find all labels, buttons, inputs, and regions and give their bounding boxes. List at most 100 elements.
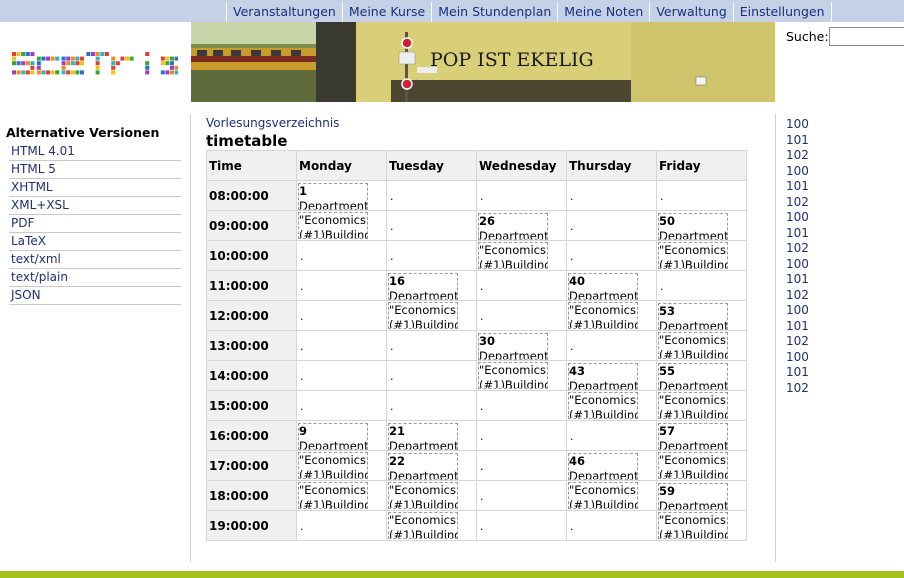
column-header-tuesday: Tuesday — [386, 150, 477, 181]
right-list-item[interactable]: 102 — [786, 148, 809, 164]
empty-slot-marker: . — [480, 189, 484, 203]
right-list-item[interactable]: 101 — [786, 319, 809, 335]
event-start: 53 Department: — [656, 300, 747, 331]
event-box[interactable]: 9 Department: — [298, 422, 368, 450]
event-box[interactable]: "Economics" (#1)Building — [298, 452, 368, 479]
right-list-item[interactable]: 100 — [786, 350, 809, 366]
logo-block — [41, 70, 46, 75]
right-list-item[interactable]: 102 — [786, 195, 809, 211]
empty-slot-marker: . — [480, 459, 484, 473]
right-list-item[interactable]: 100 — [786, 117, 809, 133]
alt-version-text-plain[interactable]: text/plain — [9, 269, 181, 287]
alt-version-xhtml[interactable]: XHTML — [9, 179, 181, 197]
event-box[interactable]: 30 Department: — [478, 332, 548, 360]
event-box[interactable]: 21 Department: — [388, 422, 458, 450]
logo-block — [170, 70, 174, 75]
right-list-item[interactable]: 100 — [786, 164, 809, 180]
right-list-item[interactable]: 100 — [786, 303, 809, 319]
event-box[interactable]: "Economics" (#1)Building — [298, 482, 368, 509]
alt-version-html5[interactable]: HTML 5 — [9, 161, 181, 179]
event-box[interactable]: "Economics" (#1)Building — [478, 362, 548, 389]
event-box[interactable]: "Economics" (#1)Building — [298, 212, 368, 239]
alt-version-text-xml[interactable]: text/xml — [9, 251, 181, 269]
logo-block — [75, 61, 80, 66]
logo-block — [160, 56, 165, 61]
event-box[interactable]: 16 Department: — [388, 272, 458, 300]
event-box[interactable]: 22 Department: — [388, 452, 458, 480]
event-box[interactable]: "Economics" (#1)Building — [478, 242, 548, 269]
event-box[interactable]: "Economics" (#1)Building — [568, 302, 638, 329]
alt-version-json[interactable]: JSON — [9, 287, 181, 305]
right-list-item[interactable]: 102 — [786, 381, 809, 397]
event-id: 1 — [299, 183, 308, 198]
logo-block — [36, 70, 41, 75]
right-list-item[interactable]: 101 — [786, 226, 809, 242]
event-start: 55 Department: — [656, 360, 747, 391]
logo-block — [61, 61, 66, 66]
alt-version-latex[interactable]: LaTeX — [9, 233, 181, 251]
timetable-row: 14:00:00.. "Economics" (#1)Building 43 Depar… — [206, 360, 747, 391]
event-box[interactable]: 46 Department: — [568, 452, 638, 480]
event-box[interactable]: 59 Department: — [658, 482, 728, 510]
time-cell: 13:00:00 — [206, 330, 297, 361]
event-box[interactable]: "Economics" (#1)Building — [658, 242, 728, 269]
event-box[interactable]: 53 Department: — [658, 302, 728, 330]
event-box[interactable]: 1 Department: — [298, 182, 368, 210]
event-box[interactable]: "Economics" (#1)Building — [568, 392, 638, 419]
event-box[interactable]: "Economics" (#1)Building — [658, 512, 728, 539]
empty-slot: . — [566, 420, 657, 451]
logo-block — [75, 56, 80, 61]
logo-block — [111, 56, 116, 61]
event-box[interactable]: "Economics" (#1)Building — [658, 332, 728, 359]
right-list-item[interactable]: 100 — [786, 257, 809, 273]
nav-veranstaltungen[interactable]: Veranstaltungen — [226, 2, 342, 22]
nav-einstellungen[interactable]: Einstellungen — [732, 2, 832, 22]
left-column-divider — [190, 114, 191, 562]
empty-slot: . — [296, 300, 387, 331]
logo-block — [70, 70, 75, 75]
empty-slot: . — [476, 180, 567, 211]
right-list-item[interactable]: 101 — [786, 365, 809, 381]
event-box[interactable]: 57 Department: — [658, 422, 728, 450]
right-list-item[interactable]: 100 — [786, 210, 809, 226]
event-box[interactable]: "Economics" (#1)Building — [388, 482, 458, 509]
event-box[interactable]: "Economics" (#1)Building — [658, 392, 728, 419]
breadcrumb-vorlesungsverzeichnis[interactable]: Vorlesungsverzeichnis — [206, 116, 339, 130]
event-box[interactable]: "Economics" (#1)Building — [568, 482, 638, 509]
event-box[interactable]: 43 Department: — [568, 362, 638, 390]
event-detail: "Economics" — [569, 393, 638, 407]
event-box[interactable]: "Economics" (#1)Building — [388, 302, 458, 329]
alt-version-pdf[interactable]: PDF — [9, 215, 181, 233]
event-box[interactable]: 26 Department: — [478, 212, 548, 240]
logo-block — [12, 56, 16, 61]
nav-mein-stundenplan[interactable]: Mein Stundenplan — [431, 2, 558, 22]
event-box[interactable]: "Economics" (#1)Building — [388, 512, 458, 539]
nav-verwaltung[interactable]: Verwaltung — [649, 2, 733, 22]
right-list-item[interactable]: 101 — [786, 133, 809, 149]
nav-meine-kurse[interactable]: Meine Kurse — [341, 2, 432, 22]
right-list-item[interactable]: 101 — [786, 179, 809, 195]
event-box[interactable]: "Economics" (#1)Building — [658, 452, 728, 479]
nav-meine-noten[interactable]: Meine Noten — [557, 2, 650, 22]
event-id: 16 — [389, 273, 406, 288]
event-department: Department: — [569, 468, 638, 480]
alt-version-xml-xsl[interactable]: XML+XSL — [9, 197, 181, 215]
empty-slot: . — [386, 240, 477, 271]
right-list-item[interactable]: 101 — [786, 272, 809, 288]
event-box[interactable]: 40 Department: — [568, 272, 638, 300]
empty-slot: . — [296, 390, 387, 421]
right-list-item[interactable]: 102 — [786, 241, 809, 257]
right-list-item[interactable]: 102 — [786, 288, 809, 304]
event-box[interactable]: 55 Department: — [658, 362, 728, 390]
right-list-item[interactable]: 102 — [786, 334, 809, 350]
logo-block — [70, 61, 75, 66]
timetable-row: 12:00:00. "Economics" (#1)Building. "Econom… — [206, 300, 747, 331]
search-input[interactable] — [829, 27, 904, 46]
logo-block — [174, 56, 178, 61]
scetris-logo[interactable] — [10, 44, 178, 86]
empty-slot-marker: . — [570, 219, 574, 233]
logo-block — [95, 65, 100, 70]
alt-version-html401[interactable]: HTML 4.01 — [9, 143, 181, 161]
logo-block — [36, 61, 41, 66]
event-box[interactable]: 50 Department: — [658, 212, 728, 240]
